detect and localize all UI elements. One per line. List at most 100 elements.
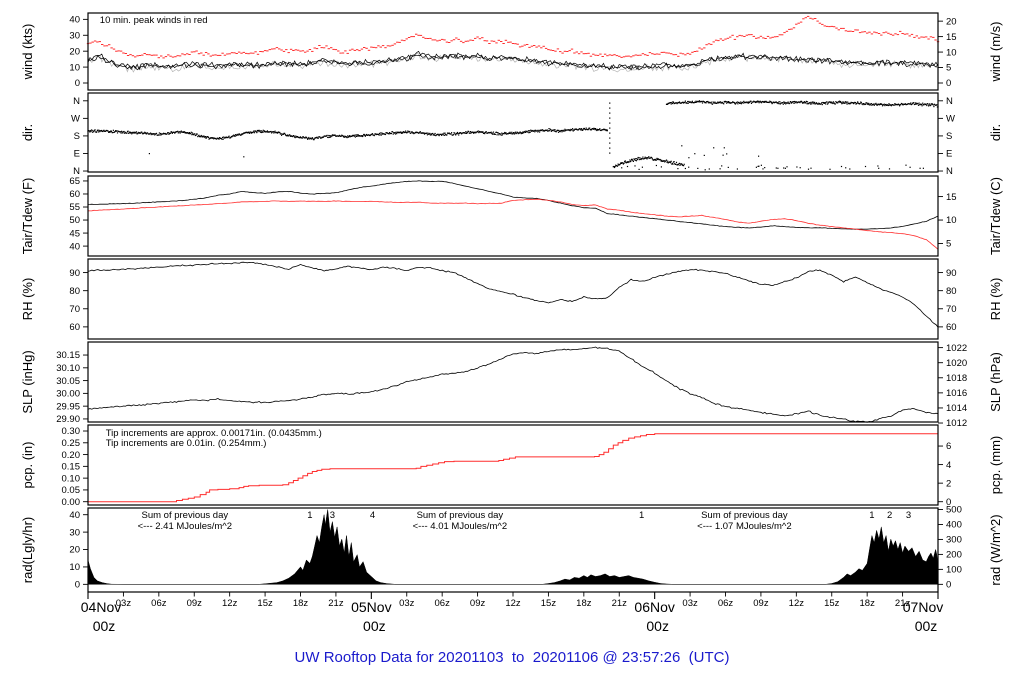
panel-border-temp	[87, 175, 939, 257]
svg-text:40: 40	[69, 15, 80, 26]
svg-text:12z: 12z	[222, 598, 238, 609]
svg-text:15z: 15z	[824, 598, 840, 609]
svg-text:20: 20	[69, 545, 80, 556]
svg-text:80: 80	[946, 286, 957, 297]
svg-text:09z: 09z	[187, 598, 203, 609]
svg-text:0.05: 0.05	[62, 485, 81, 496]
svg-text:18z: 18z	[576, 598, 592, 609]
svg-text:<--- 1.07 MJoules/m^2: <--- 1.07 MJoules/m^2	[697, 521, 791, 532]
svg-text:18z: 18z	[293, 598, 309, 609]
svg-text:12z: 12z	[505, 598, 521, 609]
svg-text:70: 70	[946, 304, 957, 315]
meteogram-chart: 01020304005101520wind (kts) wind (m/s)10 …	[20, 12, 1003, 634]
svg-text:Sum of previous day: Sum of previous day	[417, 510, 504, 521]
panel-rad: 0102030400100200300400500rad(Lgly/hr) rad…	[20, 505, 1003, 593]
svg-text:30: 30	[69, 527, 80, 538]
ylabel-left-temp: Tair/Tdew (F)	[20, 178, 35, 255]
svg-text:65: 65	[69, 176, 80, 187]
svg-text:90: 90	[946, 268, 957, 279]
svg-text:90: 90	[69, 268, 80, 279]
time-label: 00z	[915, 618, 938, 634]
svg-text:2: 2	[946, 478, 951, 489]
svg-text:1014: 1014	[946, 403, 967, 414]
svg-text:30.15: 30.15	[56, 350, 80, 361]
time-label: 00z	[363, 618, 386, 634]
svg-text:0.20: 0.20	[62, 450, 81, 461]
date-label: 05Nov	[351, 599, 391, 615]
svg-text:1022: 1022	[946, 343, 967, 354]
svg-text:15: 15	[946, 192, 957, 203]
svg-text:30.05: 30.05	[56, 376, 80, 387]
svg-text:10: 10	[946, 215, 957, 226]
svg-text:3: 3	[906, 510, 911, 521]
svg-text:06z: 06z	[151, 598, 167, 609]
svg-text:1: 1	[307, 510, 312, 521]
ylabel-right-rh: RH (%)	[988, 278, 1003, 321]
svg-text:10: 10	[69, 562, 80, 573]
svg-text:03z: 03z	[399, 598, 415, 609]
svg-text:18z: 18z	[860, 598, 876, 609]
svg-text:40: 40	[69, 510, 80, 521]
svg-text:21z: 21z	[612, 598, 628, 609]
time-label: 00z	[93, 618, 116, 634]
ylabel-left-rad: rad(Lgly/hr)	[20, 517, 35, 583]
panel-temp: 40 45 50 55 60 65 5 10 15 Tair/Tdew (F) Tair/Tdew …	[20, 175, 1003, 257]
svg-text:30.10: 30.10	[56, 363, 80, 374]
svg-text:10 min. peak winds in red: 10 min. peak winds in red	[100, 15, 208, 26]
ylabel-left-slp: SLP (inHg)	[20, 350, 35, 413]
svg-text:15z: 15z	[257, 598, 273, 609]
ylabel-left-rh: RH (%)	[20, 278, 35, 321]
svg-text:0.30: 0.30	[62, 426, 81, 437]
svg-text:15: 15	[946, 32, 957, 43]
svg-text:5: 5	[946, 239, 951, 250]
ylabel-right-rad: rad (W/m^2)	[988, 514, 1003, 585]
svg-text:30.00: 30.00	[56, 389, 80, 400]
svg-text:0.25: 0.25	[62, 438, 81, 449]
svg-text:<--- 4.01 MJoules/m^2: <--- 4.01 MJoules/m^2	[413, 521, 507, 532]
ylabel-right-pcp: pcp. (mm)	[988, 436, 1003, 495]
time-label: 00z	[646, 618, 669, 634]
svg-text:5: 5	[946, 63, 951, 74]
svg-text:09z: 09z	[470, 598, 486, 609]
panel-border-wind	[87, 12, 939, 91]
svg-text:29.90: 29.90	[56, 414, 80, 425]
svg-text:60: 60	[946, 322, 957, 333]
ylabel-right-wind: wind (m/s)	[988, 22, 1003, 83]
panel-pcp: 0.000.050.100.150.200.250.300246pcp. (in…	[20, 424, 1003, 508]
svg-text:<--- 2.41 MJoules/m^2: <--- 2.41 MJoules/m^2	[138, 521, 232, 532]
svg-text:80: 80	[69, 286, 80, 297]
svg-text:60: 60	[69, 322, 80, 333]
svg-text:40: 40	[69, 241, 80, 252]
svg-text:400: 400	[946, 520, 962, 531]
ylabel-right-temp: Tair/Tdew (C)	[988, 177, 1003, 255]
svg-text:N: N	[946, 166, 953, 177]
svg-text:09z: 09z	[753, 598, 769, 609]
ylabel-right-slp: SLP (hPa)	[988, 352, 1003, 412]
svg-text:S: S	[946, 131, 952, 142]
svg-text:55: 55	[69, 202, 80, 213]
ylabel-right-dir: dir.	[988, 124, 1003, 141]
panel-rh: 60 70 80 90 60 70 80 90 RH (%) RH (%)	[20, 258, 1003, 340]
svg-text:0.00: 0.00	[62, 497, 81, 508]
chart-title: UW Rooftop Data for 20201103 to 20201106…	[294, 649, 730, 666]
ylabel-left-pcp: pcp. (in)	[20, 442, 35, 489]
svg-text:Sum of previous day: Sum of previous day	[142, 510, 229, 521]
svg-text:10: 10	[69, 62, 80, 73]
svg-text:W: W	[946, 114, 955, 125]
svg-text:10: 10	[946, 47, 957, 58]
svg-text:1: 1	[869, 510, 874, 521]
date-label: 04Nov	[81, 599, 121, 615]
svg-text:W: W	[71, 114, 80, 125]
svg-text:0: 0	[75, 78, 80, 89]
svg-text:N: N	[73, 96, 80, 107]
svg-text:Sum of previous day: Sum of previous day	[701, 510, 788, 521]
svg-text:50: 50	[69, 215, 80, 226]
svg-text:60: 60	[69, 189, 80, 200]
svg-text:Tip increments are 0.01in. (0.: Tip increments are 0.01in. (0.254mm.)	[106, 438, 267, 449]
svg-text:0: 0	[946, 580, 951, 591]
date-label: 07Nov	[903, 599, 943, 615]
svg-text:1: 1	[639, 510, 644, 521]
svg-text:06z: 06z	[718, 598, 734, 609]
uw-rooftop-meteogram: { "title": "UW Rooftop Data for 20201103…	[0, 0, 1024, 700]
svg-text:3: 3	[330, 510, 335, 521]
